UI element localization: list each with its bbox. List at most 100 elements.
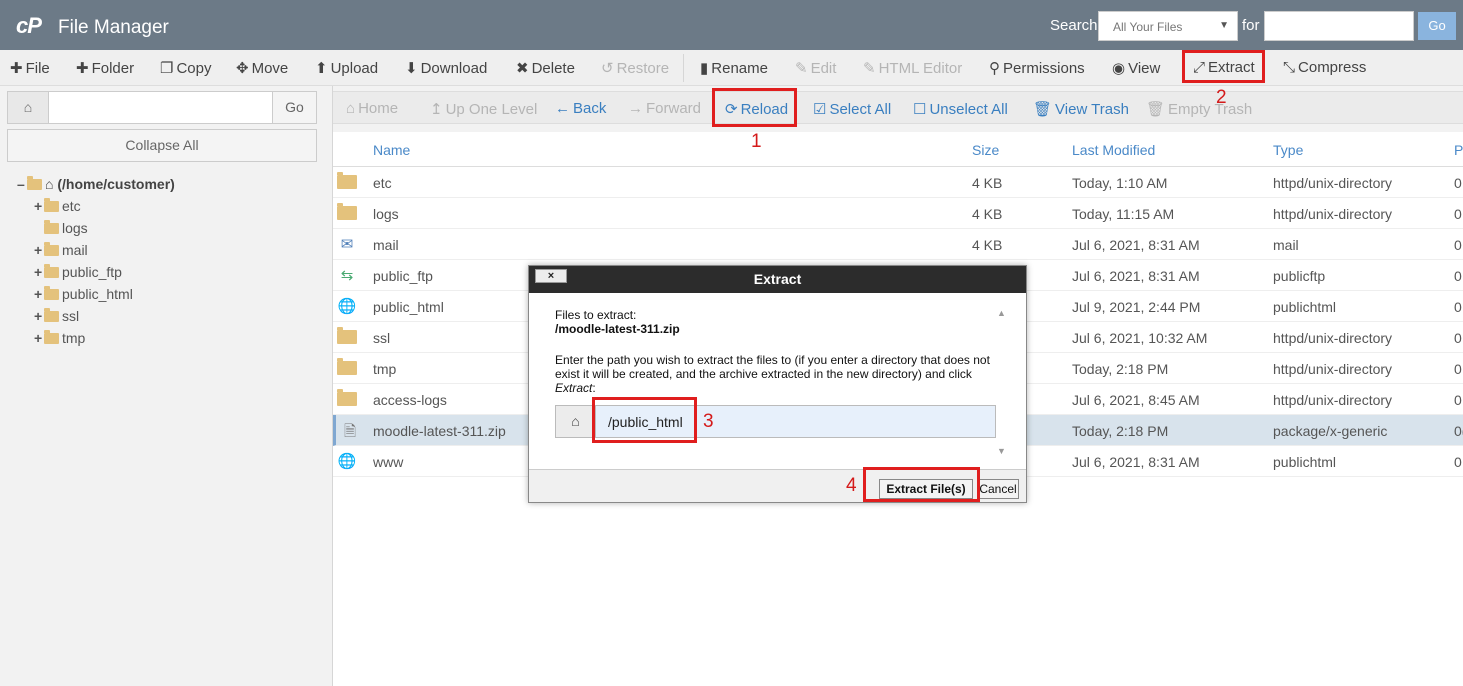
navigation-bar: ⌂ Home ↥ Up One Level ← Back → Forward ⟳ Relo… xyxy=(333,91,1463,124)
delete-icon: ✖ xyxy=(516,60,529,77)
tree-item-tmp[interactable]: + tmp xyxy=(34,330,85,346)
dialog-title: Extract xyxy=(529,266,1026,293)
home-icon: ⌂ xyxy=(556,406,596,437)
back-button[interactable]: ← Back xyxy=(555,100,606,117)
table-row[interactable]: logs 4 KB Today, 11:15 AM httpd/unix-dir… xyxy=(333,198,1463,229)
search-scope-value: All Your Files xyxy=(1113,20,1183,34)
restore-button[interactable]: ↺ Restore xyxy=(601,59,669,77)
upload-icon: ⬆ xyxy=(315,60,328,77)
plus-icon: ✚ xyxy=(76,60,89,77)
compress-button[interactable]: ⤡ Compress xyxy=(1283,59,1366,76)
expand-icon[interactable]: + xyxy=(34,198,44,214)
for-label: for xyxy=(1242,17,1260,34)
collapse-icon[interactable]: – xyxy=(17,176,27,192)
globe-icon: 🌐 xyxy=(337,298,357,315)
globe-link-icon: 🌐 xyxy=(337,453,357,470)
column-header-last-modified[interactable]: Last Modified xyxy=(1072,142,1155,158)
home-icon: ⌂ xyxy=(45,176,58,192)
tree-item-logs[interactable]: logs xyxy=(34,220,88,236)
compress-icon: ⤡ xyxy=(1283,59,1296,76)
folder-icon xyxy=(44,264,59,278)
tree-item-public-ftp[interactable]: + public_ftp xyxy=(34,264,122,280)
search-input[interactable] xyxy=(1264,11,1414,41)
search-label: Search xyxy=(1050,17,1098,34)
copy-button[interactable]: ❐ Copy xyxy=(160,59,211,77)
pencil-icon: ✎ xyxy=(795,60,808,77)
tree-item-etc[interactable]: + etc xyxy=(34,198,81,214)
toolbar-divider xyxy=(683,54,684,82)
dialog-scrollbar[interactable]: ▲ ▼ xyxy=(997,308,1009,456)
download-button[interactable]: ⬇ Download xyxy=(405,59,487,77)
forward-button[interactable]: → Forward xyxy=(628,100,701,117)
edit-button[interactable]: ✎ Edit xyxy=(795,59,836,77)
new-file-button[interactable]: ✚ File xyxy=(10,59,50,77)
instruction-text: Enter the path you wish to extract the f… xyxy=(555,353,990,395)
column-header-name[interactable]: Name xyxy=(373,142,410,158)
download-icon: ⬇ xyxy=(405,60,418,77)
plus-icon: ✚ xyxy=(10,60,23,77)
home-icon: ⌂ xyxy=(346,100,356,117)
html-editor-button[interactable]: ✎ HTML Editor xyxy=(863,59,962,77)
delete-button[interactable]: ✖ Delete xyxy=(516,59,575,77)
expand-icon[interactable]: + xyxy=(34,308,44,324)
move-button[interactable]: ✥ Move xyxy=(236,59,288,77)
search-go-button[interactable]: Go xyxy=(1418,12,1456,40)
tree-item-mail[interactable]: + mail xyxy=(34,242,88,258)
checkbox-checked-icon: ☑ xyxy=(813,101,827,118)
folder-icon xyxy=(44,330,59,344)
folder-open-icon xyxy=(27,176,42,190)
folder-icon xyxy=(337,203,357,222)
column-header-type[interactable]: Type xyxy=(1273,142,1303,158)
cancel-button[interactable]: Cancel xyxy=(977,479,1019,499)
folder-icon xyxy=(44,242,59,256)
scroll-down-icon[interactable]: ▼ xyxy=(997,446,1006,456)
expand-icon[interactable]: + xyxy=(34,242,44,258)
search-scope-select[interactable]: All Your Files ▼ xyxy=(1098,11,1238,41)
left-go-button[interactable]: Go xyxy=(272,92,316,123)
expand-icon[interactable]: + xyxy=(34,286,44,302)
tree-item-ssl[interactable]: + ssl xyxy=(34,308,79,324)
file-icon: ▮ xyxy=(700,60,709,77)
arrow-right-icon: → xyxy=(628,100,643,117)
new-folder-button[interactable]: ✚ Folder xyxy=(76,59,134,77)
table-row[interactable]: ✉ mail 4 KB Jul 6, 2021, 8:31 AM mail 0 xyxy=(333,229,1463,260)
view-button[interactable]: ◉ View xyxy=(1112,59,1160,77)
home-icon[interactable]: ⌂ xyxy=(8,92,49,123)
annotation-number: 4 xyxy=(846,475,857,496)
annotation-number: 1 xyxy=(751,131,762,152)
folder-icon xyxy=(337,358,357,377)
restore-icon: ↺ xyxy=(601,60,614,77)
tree-root[interactable]: – ⌂ (/home/customer) xyxy=(17,176,175,192)
checkbox-empty-icon: ☐ xyxy=(913,101,927,118)
zip-icon: 🗎 xyxy=(343,423,357,440)
copy-icon: ❐ xyxy=(160,60,174,77)
cpanel-logo: cP xyxy=(16,13,42,38)
rename-button[interactable]: ▮ Rename xyxy=(700,59,768,77)
select-all-button[interactable]: ☑ Select All xyxy=(813,100,891,118)
arrow-left-icon: ← xyxy=(555,100,570,117)
folder-icon xyxy=(44,308,59,322)
tree-item-public-html[interactable]: + public_html xyxy=(34,286,133,302)
permissions-button[interactable]: ⚲ Permissions xyxy=(989,59,1085,77)
upload-button[interactable]: ⬆ Upload xyxy=(315,59,378,77)
column-header-size[interactable]: Size xyxy=(972,142,999,158)
unselect-all-button[interactable]: ☐ Unselect All xyxy=(913,100,1008,118)
folder-link-icon xyxy=(337,389,357,408)
highlight-extract xyxy=(1182,50,1265,83)
edit-box-icon: ✎ xyxy=(863,60,876,77)
scroll-up-icon[interactable]: ▲ xyxy=(997,308,1006,318)
table-row[interactable]: etc 4 KB Today, 1:10 AM httpd/unix-direc… xyxy=(333,167,1463,198)
column-header-permissions[interactable]: P xyxy=(1454,142,1463,158)
app-title: File Manager xyxy=(58,17,169,38)
eye-icon: ◉ xyxy=(1112,60,1126,77)
header-bar: cP File Manager Search All Your Files ▼ … xyxy=(0,0,1463,50)
empty-trash-button[interactable]: 🗑 Empty Trash xyxy=(1146,100,1252,118)
home-button[interactable]: ⌂ Home xyxy=(346,100,398,117)
view-trash-button[interactable]: 🗑 View Trash xyxy=(1033,100,1129,118)
trash-icon: 🗑 xyxy=(1146,101,1166,118)
close-icon[interactable]: × xyxy=(535,269,567,283)
collapse-all-button[interactable]: Collapse All xyxy=(7,129,317,162)
up-one-level-button[interactable]: ↥ Up One Level xyxy=(430,100,537,118)
expand-icon[interactable]: + xyxy=(34,264,44,280)
expand-icon[interactable]: + xyxy=(34,330,44,346)
